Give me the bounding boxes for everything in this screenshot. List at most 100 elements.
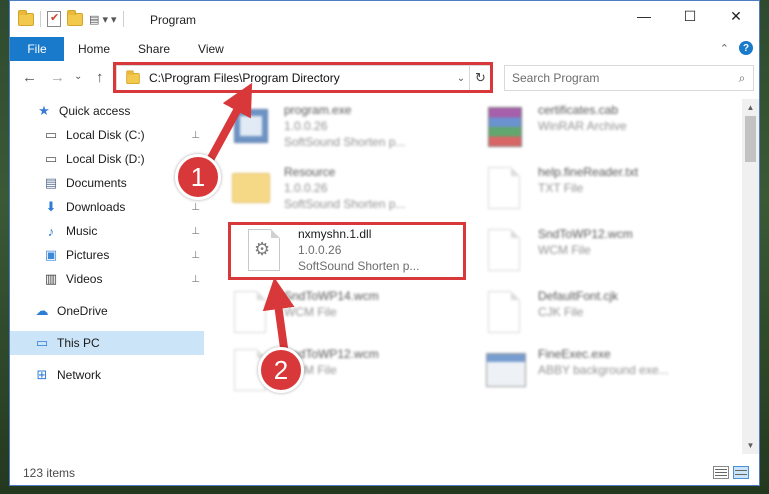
sidebar-item-label: Music (66, 224, 98, 238)
file-name: program.exe (284, 103, 352, 117)
file-type: WinRAR Archive (538, 119, 627, 133)
file-icon (484, 289, 526, 339)
search-icon[interactable]: ⌕ (731, 71, 753, 86)
tiles-view-icon[interactable] (733, 466, 749, 479)
sidebar-item-label: This PC (57, 336, 100, 350)
step-2-badge: 2 (258, 347, 304, 393)
close-button[interactable]: ✕ (713, 1, 759, 31)
file-tile[interactable]: FineExec.exe ABBY background exe... (484, 347, 734, 405)
file-name: help.fineReader.txt (538, 165, 639, 179)
maximize-button[interactable]: ☐ (667, 1, 713, 31)
file-tile[interactable]: help.fineReader.txt TXT File (484, 165, 734, 223)
recent-locations-dropdown-icon[interactable]: ⌄ (74, 71, 82, 82)
document-icon: ▤ (44, 175, 58, 190)
file-name: FineExec.exe (538, 347, 611, 361)
forward-arrow-icon[interactable]: → (50, 69, 65, 86)
help-icon[interactable]: ? (739, 41, 753, 55)
address-highlight-box (113, 62, 493, 93)
sidebar-item-local-disk-d[interactable]: ▭ Local Disk (D:) (10, 147, 204, 171)
pin-icon[interactable]: ⊥ (191, 250, 200, 261)
item-count: 123 items (23, 466, 76, 480)
ribbon-right-controls: ⌃ ? (720, 41, 753, 55)
sidebar-item-music[interactable]: ♪ Music ⊥ (10, 219, 204, 243)
tab-file[interactable]: File (10, 37, 64, 61)
pictures-icon: ▣ (44, 247, 58, 262)
file-tile[interactable]: DefaultFont.cjk CJK File (484, 289, 734, 347)
chevron-up-icon[interactable]: ⌃ (720, 42, 729, 55)
minimize-button[interactable]: — (621, 1, 667, 31)
scroll-down-icon[interactable]: ▼ (742, 437, 759, 454)
sidebar-item-videos[interactable]: ▥ Videos ⊥ (10, 267, 204, 291)
scroll-thumb[interactable] (745, 116, 756, 162)
view-switcher (713, 466, 749, 479)
file-icon (484, 227, 526, 277)
file-icon (230, 289, 272, 339)
video-icon: ▥ (44, 271, 58, 286)
pin-icon[interactable]: ⊥ (191, 202, 200, 213)
file-name: DefaultFont.cjk (538, 289, 619, 303)
sidebar-item-network[interactable]: ⊞ Network (10, 363, 204, 387)
star-icon: ★ (38, 103, 50, 118)
sidebar-item-label: Local Disk (C:) (66, 128, 145, 142)
folder-icon (230, 165, 272, 215)
back-arrow-icon[interactable]: ← (22, 69, 37, 86)
cloud-icon: ☁ (35, 303, 49, 318)
music-icon: ♪ (47, 223, 55, 239)
vertical-scrollbar[interactable]: ▲ ▼ (742, 99, 759, 454)
sidebar-item-label: OneDrive (57, 304, 108, 318)
file-version: 1.0.0.26 (284, 119, 328, 133)
computer-icon: ▭ (35, 335, 49, 350)
search-input[interactable] (512, 71, 731, 85)
properties-icon[interactable] (47, 11, 61, 27)
title-bar: ▤ ▾ ▾ Program — ☐ ✕ (10, 1, 759, 39)
download-icon: ⬇ (45, 199, 57, 214)
sidebar-item-label: Network (57, 368, 102, 382)
tab-home[interactable]: Home (64, 42, 124, 56)
file-tile[interactable]: program.exe 1.0.0.26 SoftSound Shorten p..… (230, 103, 480, 161)
drive-icon: ▭ (44, 151, 58, 166)
sidebar-item-pictures[interactable]: ▣ Pictures ⊥ (10, 243, 204, 267)
details-view-icon[interactable] (713, 466, 729, 479)
network-icon: ⊞ (36, 367, 48, 382)
sidebar-item-label: Pictures (66, 248, 110, 262)
file-version: 1.0.0.26 (284, 181, 328, 195)
window-icon (484, 347, 526, 397)
file-tile[interactable]: certificates.cab WinRAR Archive (484, 103, 734, 161)
step-1-badge: 1 (175, 154, 221, 200)
file-name: Resource (284, 165, 336, 179)
pin-icon[interactable]: ⊥ (191, 130, 200, 141)
sidebar-item-onedrive[interactable]: ☁ OneDrive (10, 299, 204, 323)
sidebar-item-label: Local Disk (D:) (66, 152, 145, 166)
tab-view[interactable]: View (184, 42, 238, 56)
ribbon-tabs: File Home Share View ⌃ ? (10, 37, 759, 61)
scroll-up-icon[interactable]: ▲ (742, 99, 759, 116)
file-name: SndToWP12.wcm (538, 227, 633, 241)
sidebar-item-quick-access[interactable]: ★ Quick access (10, 99, 204, 123)
customize-toolbar-icon[interactable]: ▤ ▾ ▾ (89, 13, 117, 26)
winrar-icon (484, 103, 526, 153)
file-tile[interactable]: Resource 1.0.0.26 SoftSound Shorten p... (230, 165, 480, 223)
new-folder-icon[interactable] (67, 9, 83, 26)
file-type: WCM File (284, 305, 337, 319)
up-arrow-icon[interactable]: ↑ (96, 69, 104, 86)
file-type: TXT File (538, 181, 584, 195)
tab-share[interactable]: Share (124, 42, 184, 56)
file-tile[interactable]: SndToWP14.wcm WCM File (230, 289, 480, 347)
toolbar-divider (122, 11, 124, 27)
sidebar-item-local-disk-c[interactable]: ▭ Local Disk (C:) ⊥ (10, 123, 204, 147)
file-tile[interactable]: SndToWP12.wcm WCM File (484, 227, 734, 285)
pin-icon[interactable]: ⊥ (191, 226, 200, 237)
sidebar-item-this-pc[interactable]: ▭ This PC (10, 331, 204, 355)
folder-icon[interactable] (18, 9, 34, 26)
sidebar-item-downloads[interactable]: ⬇ Downloads ⊥ (10, 195, 204, 219)
dll-highlight-box (228, 222, 466, 280)
file-type: ABBY background exe... (538, 363, 669, 377)
pin-icon[interactable]: ⊥ (191, 274, 200, 285)
search-box[interactable]: ⌕ (504, 65, 754, 91)
file-type: WCM File (538, 243, 591, 257)
status-bar: 123 items (10, 461, 759, 485)
toolbar-divider (40, 11, 41, 27)
navigation-pane: ★ Quick access ▭ Local Disk (C:) ⊥ ▭ Loc… (10, 99, 204, 454)
